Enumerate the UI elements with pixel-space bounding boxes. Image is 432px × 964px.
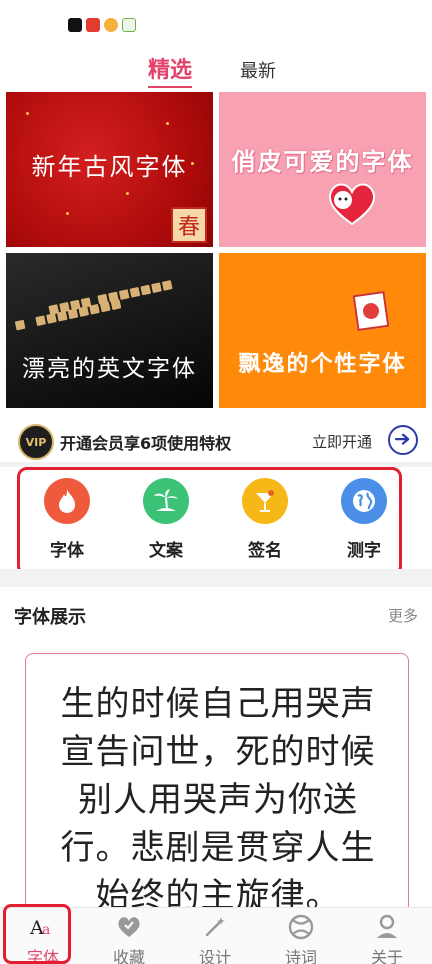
nav-label: 关于 bbox=[370, 948, 403, 964]
cocktail-icon bbox=[242, 478, 288, 524]
sticker-image bbox=[352, 290, 390, 332]
quote-line: 宣告问世，死的时候 bbox=[60, 732, 376, 772]
status-notification-icons bbox=[68, 18, 136, 32]
vip-badge-icon: VIP bbox=[18, 424, 54, 460]
nav-label: 收藏 bbox=[112, 948, 145, 964]
arrow-right-icon[interactable] bbox=[388, 425, 418, 455]
banner-english-font[interactable]: 漂亮的英文字体 bbox=[6, 253, 213, 408]
section-gap bbox=[0, 569, 432, 587]
user-icon bbox=[344, 913, 430, 941]
nav-highlight-box bbox=[3, 904, 71, 964]
nav-favorites[interactable]: 收藏 bbox=[86, 908, 172, 964]
category-copywriting[interactable]: 文案 bbox=[136, 478, 196, 561]
quote-line: 别人用哭声为你送 bbox=[78, 780, 358, 820]
nav-about[interactable]: 关于 bbox=[344, 908, 430, 964]
weibo-icon bbox=[104, 18, 118, 32]
heart-icon bbox=[86, 913, 172, 941]
tab-featured[interactable]: 精选 bbox=[148, 52, 193, 88]
category-signature[interactable]: 签名 bbox=[235, 478, 295, 561]
nav-design[interactable]: 设计 bbox=[172, 908, 258, 964]
category-fortune[interactable]: 测字 bbox=[334, 478, 394, 561]
vip-promo-row[interactable]: VIP 开通会员享6项使用特权 立即开通 bbox=[0, 418, 432, 462]
gold-sparkle bbox=[191, 162, 194, 165]
vip-promo-text: 开通会员享6项使用特权 bbox=[60, 434, 232, 453]
nav-label: 设计 bbox=[198, 948, 231, 964]
category-label: 文案 bbox=[149, 541, 183, 561]
banner-label: 新年古风字体 bbox=[31, 153, 188, 181]
magic-wand-icon bbox=[172, 913, 258, 941]
quote-line: 行。悲剧是贯穿人生 bbox=[60, 828, 376, 868]
letter-tiles bbox=[14, 280, 173, 331]
banner-label: 飘逸的个性字体 bbox=[238, 351, 407, 377]
gold-sparkle bbox=[66, 212, 69, 215]
category-label: 签名 bbox=[248, 541, 282, 561]
status-bar bbox=[0, 0, 432, 44]
heart-icon bbox=[329, 183, 375, 226]
app-icon-red bbox=[86, 18, 100, 32]
globe-icon bbox=[341, 478, 387, 524]
more-link[interactable]: 更多 bbox=[388, 605, 418, 626]
nav-label: 诗词 bbox=[284, 948, 317, 964]
showcase-quote: 生的时候自己用哭声 宣告问世，死的时候 别人用哭声为你送 行。悲剧是贯穿人生 始… bbox=[48, 680, 388, 914]
category-font[interactable]: 字体 bbox=[37, 478, 97, 561]
gold-sparkle bbox=[26, 112, 29, 115]
banner-elegant-font[interactable]: 飘逸的个性字体 bbox=[219, 253, 426, 408]
section-title: 字体展示 bbox=[14, 607, 86, 628]
banner-cute-font[interactable]: 俏皮可爱的字体 bbox=[219, 92, 426, 247]
tab-latest[interactable]: 最新 bbox=[240, 57, 276, 83]
nav-poetry[interactable]: 诗词 bbox=[258, 908, 344, 964]
gold-sparkle bbox=[166, 122, 169, 125]
category-label: 测字 bbox=[347, 541, 381, 561]
palm-island-icon bbox=[143, 478, 189, 524]
banner-new-year-font[interactable]: 新年古风字体 春 bbox=[6, 92, 213, 247]
wechat-icon bbox=[122, 18, 136, 32]
top-tabs: 精选 最新 bbox=[0, 52, 432, 88]
ball-icon bbox=[258, 913, 344, 941]
font-showcase-card[interactable]: 生的时候自己用哭声 宣告问世，死的时候 别人用哭声为你送 行。悲剧是贯穿人生 始… bbox=[25, 653, 409, 915]
gold-sparkle bbox=[126, 192, 129, 195]
quote-line: 生的时候自己用哭声 bbox=[60, 684, 376, 724]
banner-label: 俏皮可爱的字体 bbox=[231, 148, 414, 176]
category-label: 字体 bbox=[50, 541, 84, 561]
tiktok-icon bbox=[68, 18, 82, 32]
spring-stamp: 春 bbox=[171, 207, 207, 243]
banner-label: 漂亮的英文字体 bbox=[22, 355, 197, 382]
vip-open-link[interactable]: 立即开通 bbox=[312, 431, 372, 452]
flame-icon bbox=[44, 478, 90, 524]
